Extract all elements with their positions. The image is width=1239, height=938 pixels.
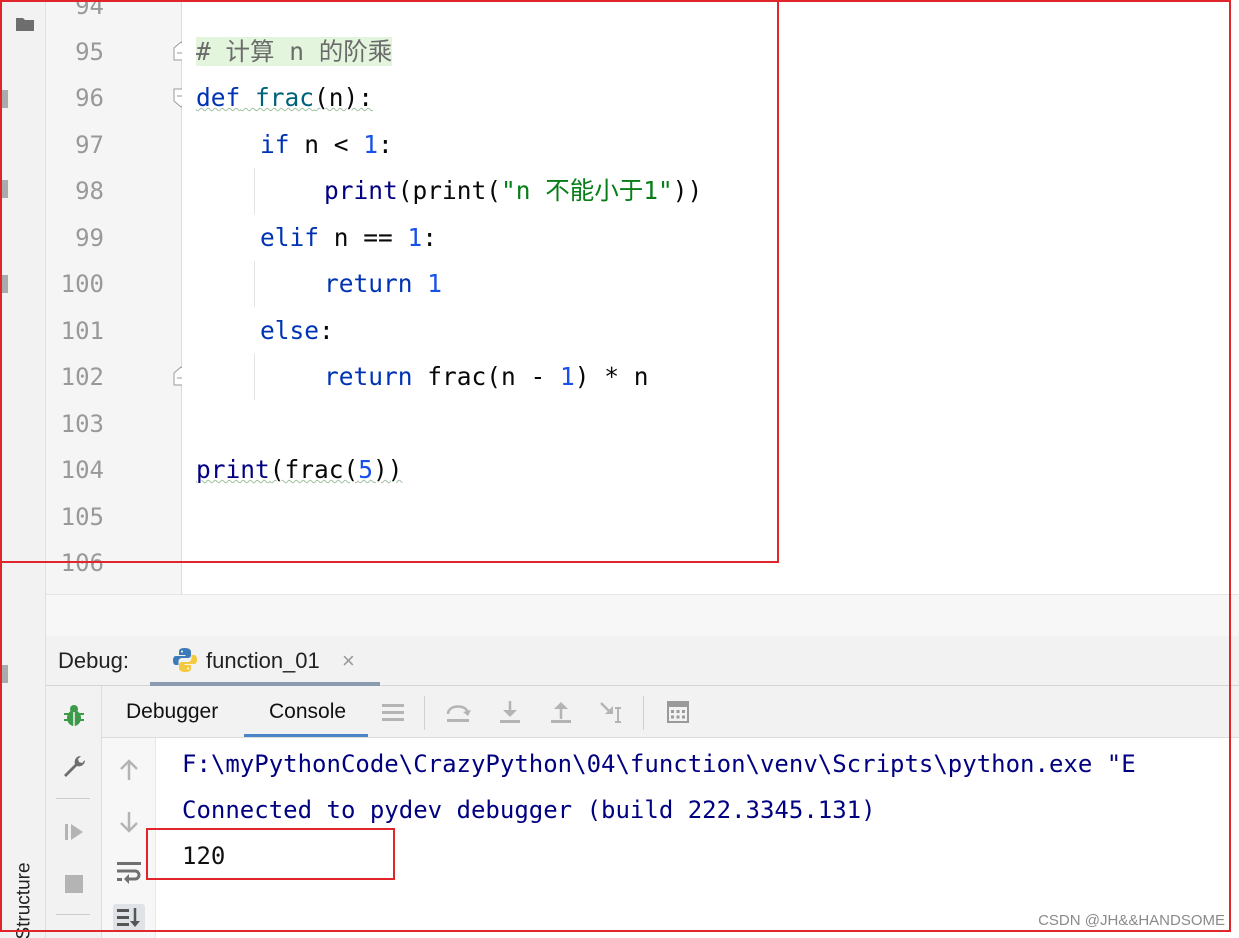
red-dot-icon — [62, 934, 86, 938]
highlight-box-result — [146, 828, 395, 880]
highlight-box-code — [0, 0, 779, 563]
watermark: CSDN @JH&&HANDSOME — [1038, 912, 1225, 929]
